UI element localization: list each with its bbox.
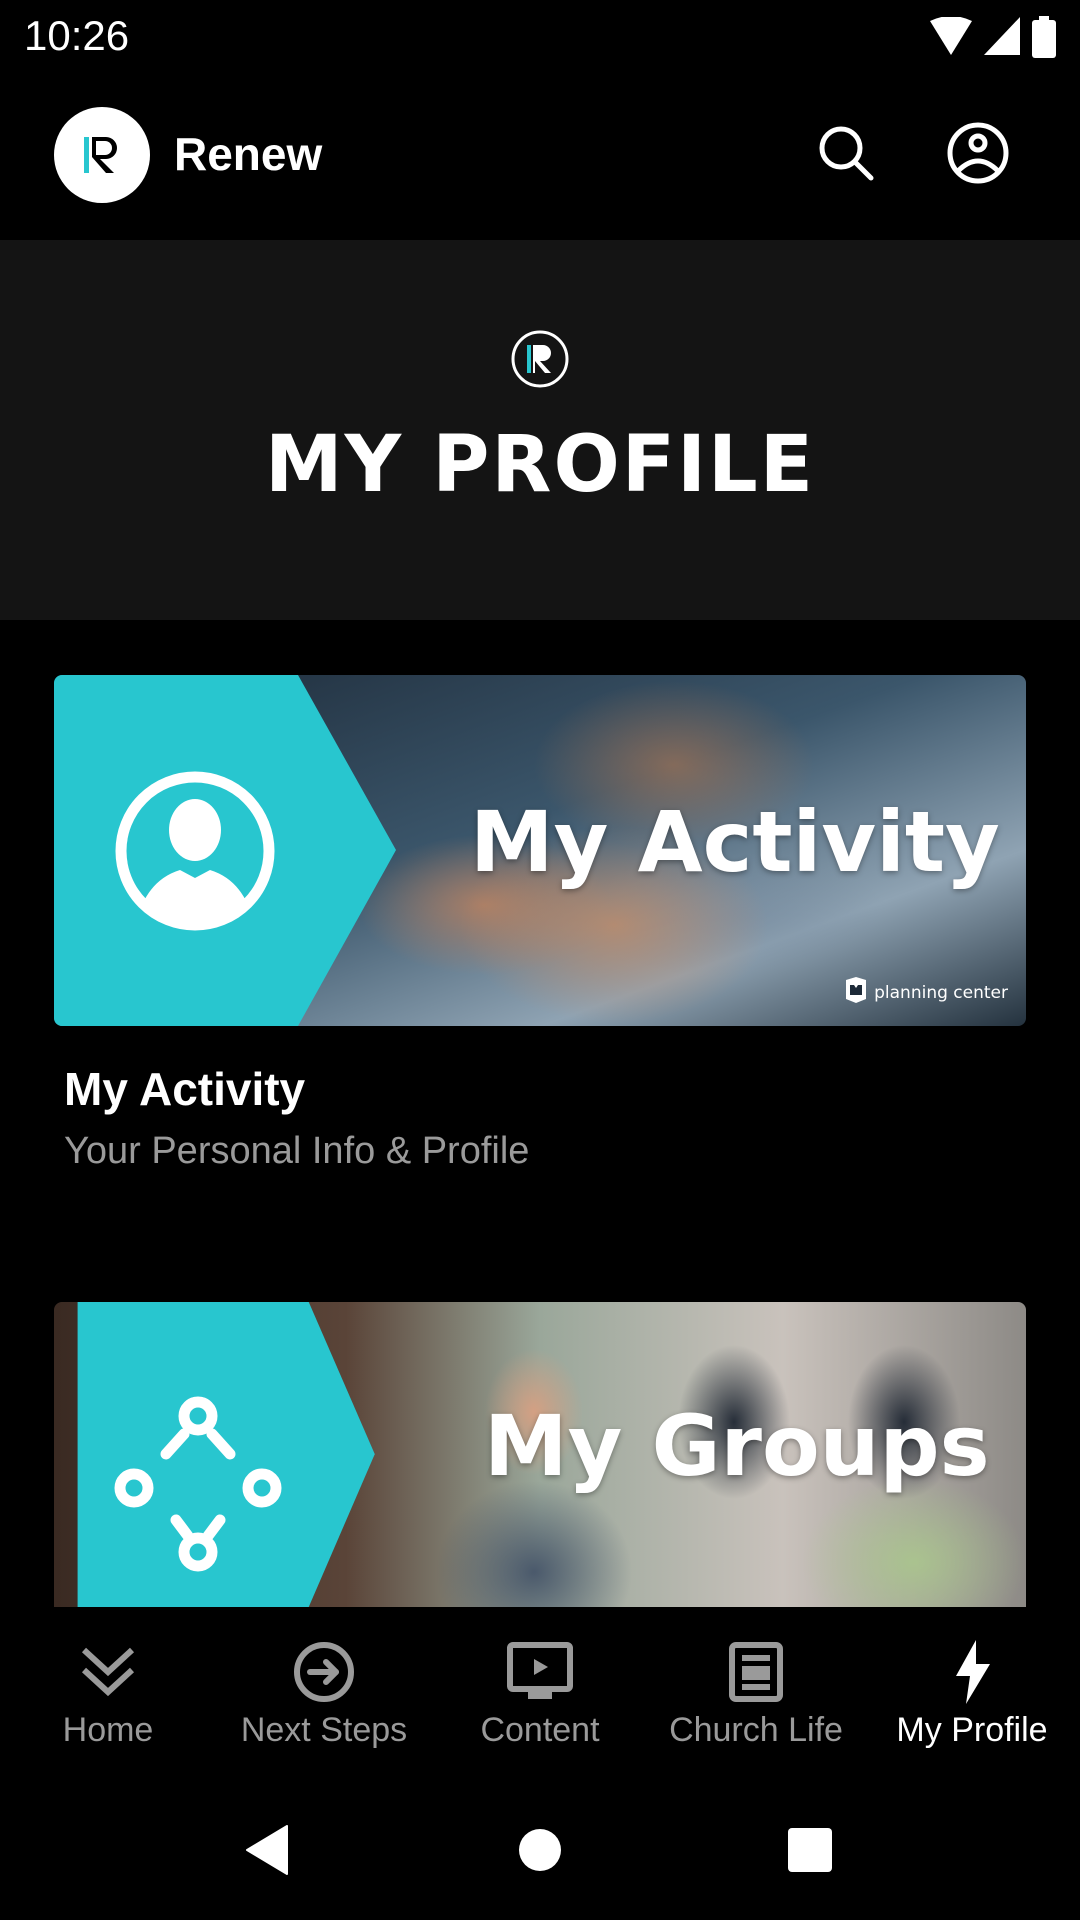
person-circle-icon: [114, 770, 276, 936]
back-triangle-icon: [245, 1825, 289, 1879]
app-bar: Renew: [0, 75, 1080, 240]
account-circle-icon: [946, 121, 1010, 189]
nav-item-home[interactable]: Home: [0, 1607, 216, 1757]
my-groups-card[interactable]: My Groups: [54, 1302, 1026, 1607]
page-title: MY PROFILE: [264, 420, 816, 510]
page-header-banner: MY PROFILE: [0, 240, 1080, 620]
system-navigation-bar: [0, 1757, 1080, 1920]
my-activity-card-image[interactable]: My Activity planning center: [54, 675, 1026, 1026]
system-back-button[interactable]: [222, 1807, 312, 1897]
my-activity-card[interactable]: My Activity planning center My Activity …: [54, 675, 1026, 1173]
planning-center-label: planning center: [874, 982, 1008, 1003]
nav-item-content[interactable]: Content: [432, 1607, 648, 1757]
recents-square-icon: [787, 1827, 833, 1877]
nav-item-my-profile[interactable]: My Profile: [864, 1607, 1080, 1757]
my-groups-card-image[interactable]: My Groups: [54, 1302, 1026, 1607]
renew-logo-icon[interactable]: [54, 107, 150, 203]
wifi-icon: [930, 16, 972, 61]
article-icon: [721, 1637, 791, 1707]
bolt-icon: [937, 1637, 1007, 1707]
renew-logo-icon: [511, 330, 569, 388]
search-button[interactable]: [806, 115, 886, 195]
card-image-title: My Activity: [470, 793, 1000, 891]
status-bar: 10:26: [0, 0, 1080, 75]
app-title: Renew: [174, 128, 323, 180]
system-recents-button[interactable]: [765, 1807, 855, 1897]
tv-play-icon: [505, 1637, 575, 1707]
planning-center-badge: planning center: [844, 977, 1008, 1008]
home-circle-icon: [518, 1828, 562, 1876]
nav-label: My Profile: [896, 1711, 1048, 1749]
status-icons: [930, 16, 1056, 62]
battery-icon: [1032, 16, 1056, 62]
bottom-navigation: Home Next Steps Content Church Life My P…: [0, 1607, 1080, 1757]
system-home-button[interactable]: [495, 1807, 585, 1897]
status-time: 10:26: [24, 12, 130, 59]
nav-label: Content: [480, 1711, 600, 1749]
groups-network-icon: [114, 1392, 294, 1576]
account-button[interactable]: [938, 115, 1018, 195]
card-image-title: My Groups: [484, 1397, 990, 1495]
nav-item-next-steps[interactable]: Next Steps: [216, 1607, 432, 1757]
double-chevron-down-icon: [73, 1637, 143, 1707]
cellular-signal-icon: [984, 17, 1020, 61]
card-subtitle: Your Personal Info & Profile: [64, 1130, 530, 1172]
card-title: My Activity: [64, 1063, 306, 1115]
nav-label: Church Life: [669, 1711, 843, 1749]
arrow-circle-right-icon: [289, 1637, 359, 1707]
nav-item-church-life[interactable]: Church Life: [648, 1607, 864, 1757]
nav-label: Next Steps: [240, 1711, 408, 1749]
planning-center-logo-icon: [844, 977, 868, 1008]
nav-label: Home: [62, 1711, 154, 1749]
search-icon: [814, 121, 878, 189]
